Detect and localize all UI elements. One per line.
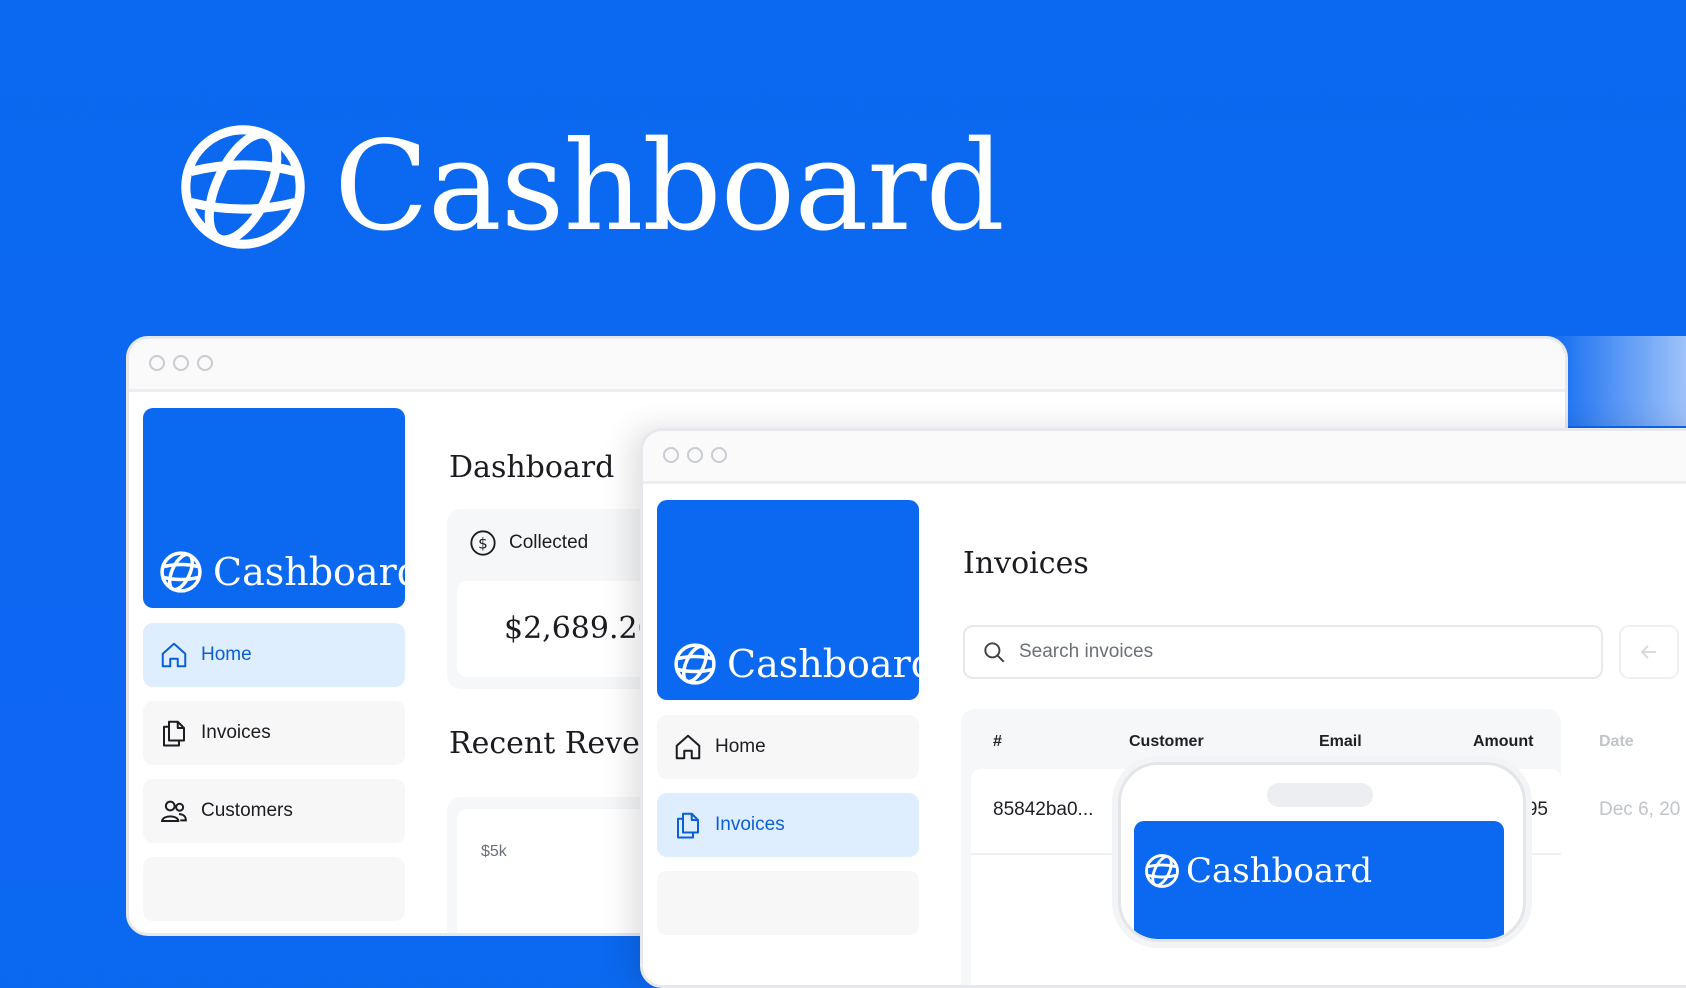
sidebar-item-label: Home <box>201 644 252 665</box>
brand-name: Cashboard <box>727 642 936 686</box>
hero: Cashboard <box>178 115 1005 259</box>
phone-notch <box>1267 783 1373 807</box>
globe-icon <box>674 643 716 685</box>
sidebar-item-label: Invoices <box>715 814 785 835</box>
window-maximize-button[interactable] <box>197 355 213 371</box>
globe-icon <box>1145 854 1179 888</box>
brand-name: Cashboard <box>1186 851 1373 891</box>
column-header-date: Date <box>1599 733 1634 750</box>
sidebar-item-label: Home <box>715 736 766 757</box>
window-minimize-button[interactable] <box>687 447 703 463</box>
sidebar-item-customers[interactable]: Customers <box>143 779 405 843</box>
sidebar-item-more[interactable] <box>143 857 405 921</box>
arrow-left-icon <box>1640 645 1656 659</box>
globe-icon <box>160 551 202 593</box>
window-close-button[interactable] <box>149 355 165 371</box>
brand-card[interactable]: Cashboard <box>143 408 421 608</box>
sidebar-item-invoices[interactable]: Invoices <box>143 701 405 765</box>
window-minimize-button[interactable] <box>173 355 189 371</box>
brand-card[interactable]: Cashboard <box>657 500 935 700</box>
hero-title: Cashboard <box>334 115 1005 259</box>
page-title: Invoices <box>963 546 1089 581</box>
sidebar-item-home[interactable]: Home <box>143 623 405 687</box>
home-icon <box>161 642 187 668</box>
page-title: Dashboard <box>449 450 615 485</box>
window-close-button[interactable] <box>663 447 679 463</box>
home-icon <box>675 734 701 760</box>
window-titlebar <box>129 339 1565 392</box>
svg-text:$: $ <box>478 534 488 552</box>
revenue-chart-card: $5k <box>447 797 667 933</box>
collected-value: $2,689.26 <box>504 611 657 646</box>
collected-card: $ Collected $2,689.26 <box>447 509 667 689</box>
sidebar-item-label: Invoices <box>201 722 271 743</box>
chart-tick: $5k <box>481 843 507 860</box>
sidebar-item-label: Customers <box>201 800 293 821</box>
pagination-prev-button[interactable] <box>1619 625 1679 679</box>
column-header-customer: Customer <box>1129 733 1204 750</box>
globe-icon <box>181 125 305 249</box>
phone-mockup: Cashboard <box>1118 762 1526 942</box>
search-input[interactable]: Search invoices <box>1019 641 1153 663</box>
column-header-amount: Amount <box>1473 733 1534 750</box>
sidebar-item-more[interactable] <box>657 871 919 935</box>
collected-label: Collected <box>509 532 589 553</box>
column-header-email: Email <box>1319 733 1362 750</box>
brand-name: Cashboard <box>213 550 422 594</box>
invoice-date: Dec 6, 20 <box>1599 799 1681 820</box>
documents-icon <box>677 812 699 839</box>
search-bar[interactable]: Search invoices <box>963 625 1603 679</box>
invoice-id: 85842ba0... <box>993 799 1094 820</box>
sidebar-item-home[interactable]: Home <box>657 715 919 779</box>
users-icon <box>161 800 187 822</box>
sidebar-item-invoices[interactable]: Invoices <box>657 793 919 857</box>
documents-icon <box>163 720 185 747</box>
dollar-icon: $ <box>470 530 496 556</box>
search-icon <box>984 642 1005 663</box>
window-maximize-button[interactable] <box>711 447 727 463</box>
column-header-number: # <box>993 733 1002 750</box>
window-titlebar <box>643 431 1686 484</box>
